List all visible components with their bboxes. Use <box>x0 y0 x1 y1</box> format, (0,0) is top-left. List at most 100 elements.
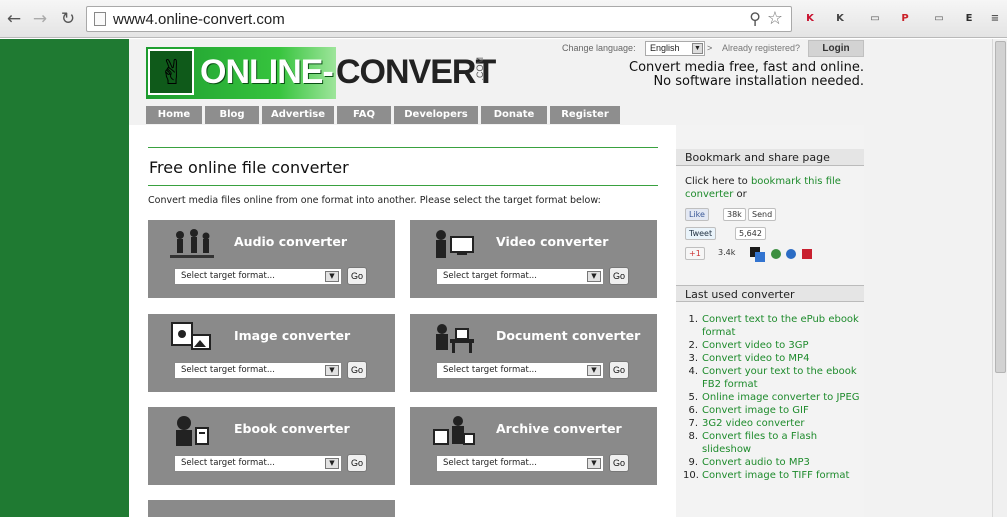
document-go-button[interactable]: Go <box>609 361 629 379</box>
back-icon[interactable]: ← <box>4 9 24 29</box>
main-nav: Home Blog Advertise FAQ Developers Donate Regi… <box>146 106 620 124</box>
more-share-icon[interactable] <box>802 249 812 259</box>
chevron-down-icon: ▼ <box>325 365 339 376</box>
kaspersky-extension-icon[interactable]: K <box>800 9 820 29</box>
archive-go-button[interactable]: Go <box>609 454 629 472</box>
forward-icon[interactable]: → <box>30 9 50 29</box>
address-bar[interactable]: www4.online-convert.com ⚲ ☆ <box>86 6 792 32</box>
audio-go-button[interactable]: Go <box>347 267 367 285</box>
audio-format-select[interactable]: Select target format... ▼ <box>174 268 342 285</box>
ebook-converter-icon <box>170 414 214 448</box>
archive-converter-title[interactable]: Archive converter <box>496 421 622 436</box>
logo-text-dotcom: .COM <box>475 57 485 81</box>
nav-item-developers[interactable]: Developers <box>394 106 478 124</box>
document-format-select[interactable]: Select target format... ▼ <box>436 362 604 379</box>
last-used-list: 1. Convert text to the ePub ebook format 2… <box>683 313 863 482</box>
logo-text-convert: CONVERT <box>336 53 496 91</box>
archive-converter-tile: Archive converter Select target format...… <box>410 407 657 485</box>
zoom-icon[interactable]: ⚲ <box>749 9 761 28</box>
vertical-scrollbar[interactable] <box>992 39 1007 517</box>
tweet-button[interactable]: Tweet <box>685 227 717 240</box>
language-value: English <box>650 43 680 53</box>
star-icon[interactable]: ☆ <box>767 8 783 29</box>
nav-item-home[interactable]: Home <box>146 106 202 124</box>
document-converter-tile: Document converter Select target format..… <box>410 314 657 392</box>
chevron-down-icon: ▼ <box>587 271 601 282</box>
logo-text-online: ONLINE- <box>200 53 334 91</box>
ebook-converter-title[interactable]: Ebook converter <box>234 421 350 436</box>
image-converter-title[interactable]: Image converter <box>234 328 350 343</box>
page-icon <box>94 12 106 26</box>
video-format-select[interactable]: Select target format... ▼ <box>436 268 604 285</box>
bookmark-text: Click here to bookmark this file convert… <box>685 176 841 200</box>
image-format-select[interactable]: Select target format... ▼ <box>174 362 342 379</box>
last-used-item[interactable]: 5. Online image converter to JPEG <box>683 391 863 404</box>
last-used-item[interactable]: 9. Convert audio to MP3 <box>683 456 863 469</box>
k-extension-icon[interactable]: K <box>830 9 850 29</box>
nav-item-blog[interactable]: Blog <box>205 106 259 124</box>
audio-converter-title[interactable]: Audio converter <box>234 234 347 249</box>
tab-extension-icon[interactable]: ▭ <box>865 9 885 29</box>
page-title: Free online file converter <box>149 158 349 177</box>
last-used-item[interactable]: 4. Convert your text to the ebook FB2 for… <box>683 365 863 391</box>
registered-label: Already registered? <box>722 43 801 53</box>
like-count: 38k <box>723 208 746 221</box>
ebook-format-select[interactable]: Select target format... ▼ <box>174 455 342 472</box>
last-used-item[interactable]: 3. Convert video to MP4 <box>683 352 863 365</box>
chevron-down-icon: ▼ <box>692 43 703 54</box>
language-select[interactable]: English ▼ <box>645 41 705 56</box>
reload-icon[interactable]: ↻ <box>58 9 78 29</box>
ebook-go-button[interactable]: Go <box>347 454 367 472</box>
chevron-down-icon: ▼ <box>587 365 601 376</box>
window-extension-icon[interactable]: ▭ <box>929 9 949 29</box>
facebook-like-button[interactable]: Like <box>685 208 709 221</box>
last-used-item[interactable]: 10. Convert image to TIFF format <box>683 469 863 482</box>
last-used-item[interactable]: 2. Convert video to 3GP <box>683 339 863 352</box>
content-area: Free online file converter Convert media… <box>129 125 864 517</box>
language-go-button[interactable]: > <box>707 43 712 53</box>
browser-toolbar: ← → ↻ www4.online-convert.com ⚲ ☆ K K ▭ P ▭ E… <box>0 0 1007 38</box>
facebook-send-button[interactable]: Send <box>748 208 777 221</box>
tweet-count: 5,642 <box>735 227 766 240</box>
menu-icon[interactable]: ≡ <box>985 9 1005 29</box>
login-button[interactable]: Login <box>808 40 864 57</box>
last-used-item[interactable]: 6. Convert image to GIF <box>683 404 863 417</box>
change-language-label: Change language: <box>562 43 636 53</box>
converter-tile-partial <box>148 500 395 517</box>
document-converter-icon <box>432 321 476 355</box>
web-page: ✌ ONLINE- CONVERT .COM Change language: … <box>0 39 992 517</box>
chevron-down-icon: ▼ <box>587 458 601 469</box>
chevron-down-icon: ▼ <box>325 458 339 469</box>
archive-converter-icon <box>432 414 476 448</box>
intro-text: Convert media files online from one form… <box>148 195 601 206</box>
last-used-item[interactable]: 7. 3G2 video converter <box>683 417 863 430</box>
document-converter-title[interactable]: Document converter <box>496 328 640 343</box>
archive-format-select[interactable]: Select target format... ▼ <box>436 455 604 472</box>
evernote-extension-icon[interactable]: E <box>959 9 979 29</box>
video-go-button[interactable]: Go <box>609 267 629 285</box>
url-text[interactable]: www4.online-convert.com <box>113 11 285 28</box>
tagline: Convert media free, fast and online. No … <box>629 60 864 89</box>
nav-item-advertise[interactable]: Advertise <box>262 106 334 124</box>
video-converter-title[interactable]: Video converter <box>496 234 608 249</box>
nav-item-faq[interactable]: FAQ <box>337 106 391 124</box>
chevron-down-icon: ▼ <box>325 271 339 282</box>
green-background <box>0 39 129 517</box>
logo-figure-icon: ✌ <box>148 49 194 95</box>
image-go-button[interactable]: Go <box>347 361 367 379</box>
site-logo[interactable]: ✌ ONLINE- CONVERT .COM <box>146 47 496 99</box>
nav-item-donate[interactable]: Donate <box>481 106 547 124</box>
audio-converter-tile: Audio converter Select target format... ▼ G… <box>148 220 395 298</box>
nav-item-register[interactable]: Register <box>550 106 620 124</box>
scrollbar-thumb[interactable] <box>995 41 1006 373</box>
last-used-item[interactable]: 1. Convert text to the ePub ebook format <box>683 313 863 339</box>
last-used-item[interactable]: 8. Convert files to a Flash slideshow <box>683 430 863 456</box>
audio-converter-icon <box>170 227 214 261</box>
image-converter-tile: Image converter Select target format... ▼ G… <box>148 314 395 392</box>
image-converter-icon <box>170 321 214 355</box>
digg-icon[interactable] <box>786 249 796 259</box>
stumbleupon-icon[interactable] <box>771 249 781 259</box>
pinterest-extension-icon[interactable]: P <box>895 9 915 29</box>
ebook-converter-tile: Ebook converter Select target format... ▼ G… <box>148 407 395 485</box>
google-plusone-button[interactable]: +1 <box>685 247 705 260</box>
